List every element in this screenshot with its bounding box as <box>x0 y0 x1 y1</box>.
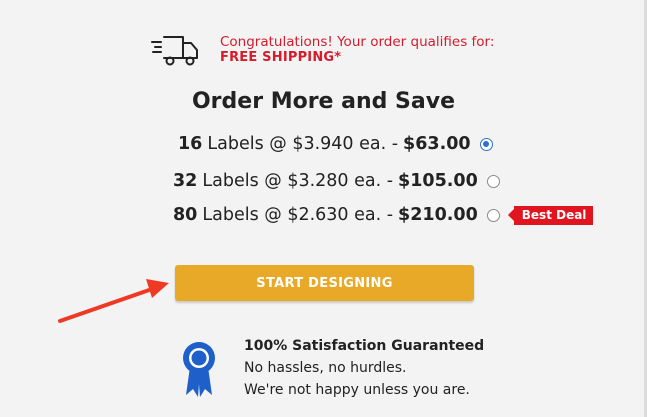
ribbon-award-icon <box>183 342 215 397</box>
page-title: Order More and Save <box>191 89 456 114</box>
option-total: $105.00 <box>398 171 478 191</box>
option-unit-price: Labels @ $2.630 ea. - <box>202 205 394 225</box>
option-quantity: 32 <box>173 171 198 191</box>
start-designing-button[interactable]: START DESIGNING <box>175 265 474 301</box>
option-quantity: 16 <box>178 134 203 154</box>
option-radio[interactable] <box>486 174 500 188</box>
option-80-labels[interactable]: 80 Labels @ $2.630 ea. - $210.00 Best De… <box>173 205 594 225</box>
best-deal-badge: Best Deal <box>507 205 594 225</box>
option-32-labels[interactable]: 32 Labels @ $3.280 ea. - $105.00 <box>173 171 500 191</box>
guarantee-title: 100% Satisfaction Guaranteed <box>244 338 485 354</box>
satisfaction-guarantee: 100% Satisfaction Guaranteed No hassles,… <box>179 335 484 401</box>
truck-icon <box>151 36 198 66</box>
option-total: $210.00 <box>398 205 478 225</box>
free-shipping-banner: Congratulations! Your order qualifies fo… <box>150 30 494 70</box>
option-unit-price: Labels @ $3.280 ea. - <box>202 171 394 191</box>
option-radio[interactable] <box>479 137 493 151</box>
guarantee-line-1: No hassles, no hurdles. <box>244 360 407 376</box>
guarantee-line-2: We're not happy unless you are. <box>244 382 470 398</box>
shipping-message: Congratulations! Your order qualifies fo… <box>220 34 495 50</box>
free-shipping-label: FREE SHIPPING* <box>220 50 342 65</box>
option-16-labels[interactable]: 16 Labels @ $3.940 ea. - $63.00 <box>178 134 493 154</box>
option-unit-price: Labels @ $3.940 ea. - <box>207 134 399 154</box>
option-quantity: 80 <box>173 205 198 225</box>
option-radio[interactable] <box>486 208 500 222</box>
option-total: $63.00 <box>403 134 471 154</box>
